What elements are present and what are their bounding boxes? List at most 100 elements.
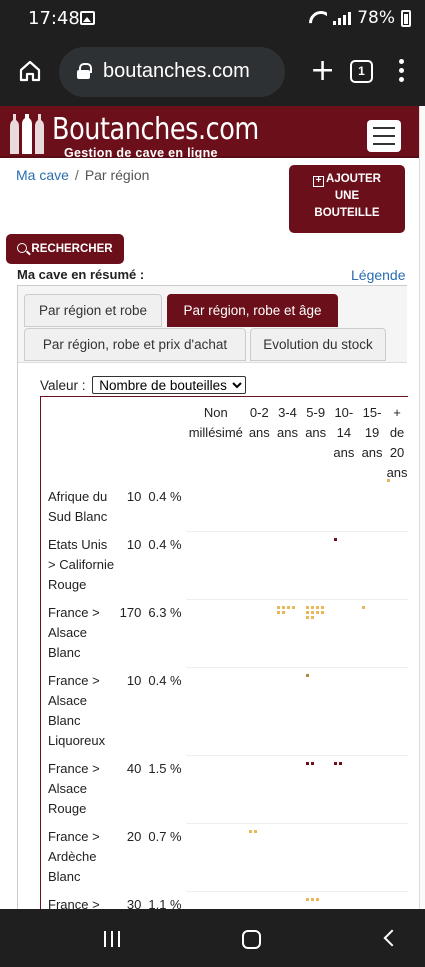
age-cell bbox=[357, 667, 387, 756]
bottle-dots bbox=[305, 761, 324, 765]
header-5-9: 5-9 ans bbox=[302, 397, 330, 483]
region-name: France > Ardèche Blanc bbox=[48, 829, 100, 884]
region-name: Afrique du Sud Blanc bbox=[48, 489, 108, 524]
header-text: ans bbox=[277, 425, 298, 440]
bottle-dot bbox=[333, 761, 337, 765]
recent-apps-icon[interactable] bbox=[104, 931, 120, 947]
table-row: France > Ardèche Blanc 20 0.7 % bbox=[41, 823, 408, 892]
bottle-count: 30 bbox=[126, 897, 142, 910]
age-cell bbox=[273, 531, 302, 600]
header-blank bbox=[116, 397, 145, 483]
add-button-line1: AJOUTER bbox=[326, 173, 381, 185]
table-row: France > Alsace Blanc 170 6.3 % bbox=[41, 599, 408, 668]
age-cell bbox=[273, 667, 302, 756]
age-cell bbox=[273, 891, 302, 910]
search-button[interactable]: RECHERCHER bbox=[6, 234, 124, 264]
address-bar[interactable]: boutanches.com bbox=[59, 47, 285, 97]
table-row: Etats Unis > Californie Rouge 10 0.4 % bbox=[41, 531, 408, 600]
bottle-dot bbox=[292, 605, 296, 609]
tab-region-robe-prix[interactable]: Par région, robe et prix d'achat bbox=[24, 328, 246, 361]
tab-region-robe-age[interactable]: Par région, robe et âge bbox=[167, 294, 338, 327]
header-text: millésimé bbox=[188, 425, 243, 440]
age-cell bbox=[329, 599, 358, 668]
header-20-plus: + de 20 ans bbox=[386, 397, 408, 483]
site-logo[interactable]: Boutanches.com Gestion de cave en ligne bbox=[6, 110, 259, 160]
header-text: de bbox=[389, 425, 405, 440]
add-button-line2: UNE bbox=[334, 190, 360, 202]
region-name: France > Alsace Blanc bbox=[48, 605, 100, 660]
table-header-row: Non millésimé 0-2 ans 3-4 ans 5-9 ans 10- 14 a… bbox=[41, 397, 408, 483]
home-nav-icon[interactable] bbox=[242, 930, 261, 949]
bottle-dots bbox=[305, 673, 324, 677]
bottle-dot bbox=[254, 829, 258, 833]
bottles-logo-icon bbox=[10, 114, 44, 154]
breadcrumb-root-link[interactable]: Ma cave bbox=[16, 167, 69, 183]
wifi-icon bbox=[309, 11, 327, 25]
age-cell bbox=[357, 823, 387, 892]
new-tab-icon[interactable]: + bbox=[310, 56, 335, 86]
tab-evolution-stock[interactable]: Evolution du stock bbox=[250, 328, 386, 361]
age-cell bbox=[186, 599, 246, 668]
bottle-count: 10 bbox=[126, 537, 142, 552]
more-menu-icon[interactable] bbox=[399, 59, 405, 83]
breadcrumb: Ma cave / Par région bbox=[16, 167, 149, 183]
bottle-dots bbox=[305, 897, 324, 901]
bottle-dot bbox=[277, 605, 281, 609]
bottle-dot bbox=[338, 761, 342, 765]
add-button-line3: BOUTEILLE bbox=[314, 207, 380, 219]
age-cell bbox=[186, 823, 246, 892]
tab-bar: Par région et robe Par région, robe et â… bbox=[18, 286, 407, 363]
age-cell bbox=[273, 823, 302, 892]
bottle-dot bbox=[361, 605, 365, 609]
battery-level: 78% bbox=[357, 8, 395, 28]
header-0-2: 0-2 ans bbox=[245, 397, 273, 483]
bottle-dots bbox=[361, 605, 380, 609]
header-text: 14 bbox=[336, 425, 352, 440]
bottle-dot bbox=[287, 605, 291, 609]
tab-switcher-button[interactable]: 1 bbox=[350, 60, 373, 83]
age-cell bbox=[273, 755, 302, 824]
age-cell bbox=[301, 755, 330, 824]
age-cell bbox=[386, 891, 408, 910]
home-icon[interactable] bbox=[18, 60, 42, 82]
age-cell bbox=[186, 483, 246, 532]
back-icon[interactable] bbox=[383, 929, 401, 947]
search-button-label: RECHERCHER bbox=[31, 243, 113, 255]
value-select[interactable]: Nombre de bouteilles bbox=[92, 376, 247, 394]
bottle-dot bbox=[315, 897, 319, 901]
logo-subtitle: Gestion de cave en ligne bbox=[64, 146, 218, 160]
age-cell bbox=[301, 531, 330, 600]
age-cell bbox=[386, 755, 408, 824]
add-bottle-button[interactable]: + AJOUTER UNE BOUTEILLE bbox=[289, 165, 405, 233]
header-text: 5-9 bbox=[306, 405, 326, 420]
bottle-percent: 6.3 % bbox=[148, 605, 182, 620]
header-text: 20 bbox=[389, 445, 405, 460]
bottle-dots bbox=[277, 605, 296, 614]
header-non-millesime: Non millésimé bbox=[186, 397, 245, 483]
age-cell bbox=[329, 667, 358, 756]
plus-box-icon: + bbox=[313, 176, 325, 187]
bottle-percent: 0.4 % bbox=[148, 673, 182, 688]
value-filter-label: Valeur : bbox=[40, 378, 86, 393]
bottle-dot bbox=[310, 897, 314, 901]
legend-link[interactable]: Légende bbox=[351, 267, 406, 283]
bottle-percent: 1.1 % bbox=[148, 897, 182, 910]
bottle-dot bbox=[315, 605, 319, 609]
age-cell bbox=[245, 891, 274, 910]
browser-toolbar: boutanches.com + 1 bbox=[0, 38, 425, 106]
hamburger-menu-button[interactable] bbox=[367, 120, 401, 152]
bottle-count: 10 bbox=[126, 489, 142, 504]
age-cell bbox=[357, 891, 387, 910]
battery-icon bbox=[401, 9, 411, 27]
age-cell bbox=[386, 479, 408, 532]
bottle-dot bbox=[249, 829, 253, 833]
header-text: 10- bbox=[334, 405, 354, 420]
tab-region-robe[interactable]: Par région et robe bbox=[24, 294, 162, 327]
age-cell bbox=[301, 891, 330, 910]
header-text: 0-2 bbox=[249, 405, 269, 420]
header-text: 19 bbox=[364, 425, 380, 440]
page-scrollbar[interactable] bbox=[419, 106, 425, 909]
signal-icon bbox=[333, 11, 352, 25]
logo-text: Boutanches.com bbox=[52, 112, 259, 147]
header-text: ans bbox=[333, 445, 355, 460]
